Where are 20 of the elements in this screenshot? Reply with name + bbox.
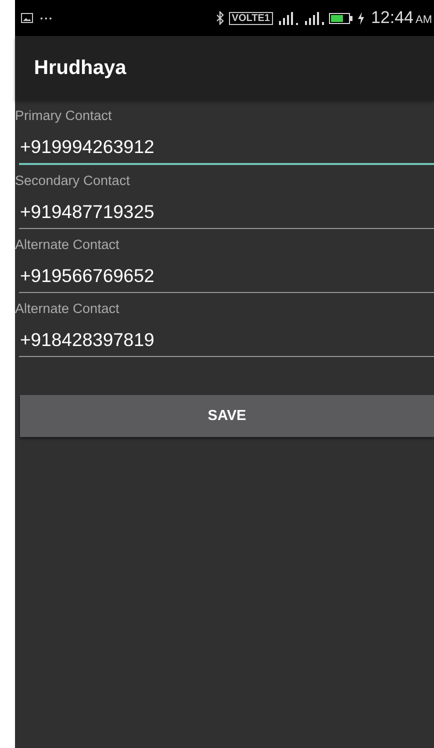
field-label: Alternate Contact [15, 237, 120, 253]
phone-input-field[interactable]: +919994263912 [19, 136, 434, 165]
field-label: Alternate Contact [15, 301, 120, 317]
phone-input-field[interactable]: +918428397819 [19, 329, 434, 357]
signal-icon [302, 12, 325, 24]
phone-input-field[interactable]: +919566769652 [19, 265, 434, 293]
field-label: Primary Contact [15, 108, 113, 124]
charging-icon [356, 12, 365, 24]
volte-badge: VOLTE1 [228, 12, 273, 24]
phone-input-field[interactable]: +919487719325 [19, 201, 434, 229]
battery-icon [328, 12, 353, 24]
signal-icon [276, 12, 299, 24]
save-button[interactable]: SAVE [20, 395, 434, 437]
clock-time: 12:44 [370, 8, 414, 28]
app-title: Hrudhaya [34, 56, 126, 80]
field-label: Secondary Contact [15, 173, 131, 189]
bluetooth-icon [216, 11, 225, 25]
image-icon [21, 13, 33, 23]
clock-meridiem: AM [416, 13, 432, 26]
more-icon [40, 16, 52, 20]
